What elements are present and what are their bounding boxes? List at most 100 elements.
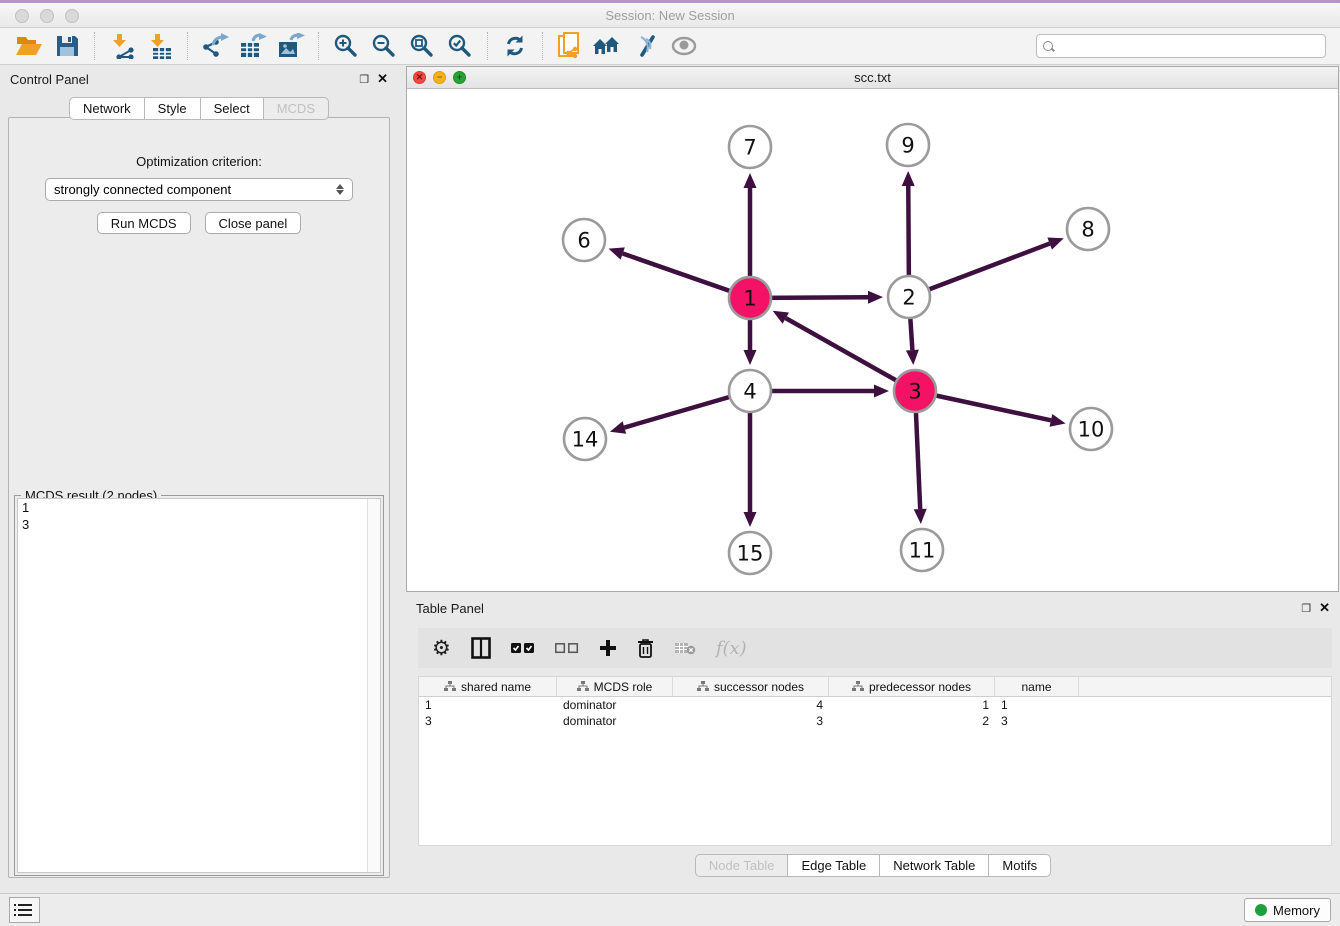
cell-successor-nodes[interactable]: 4 bbox=[673, 697, 829, 713]
apply-style-icon[interactable] bbox=[629, 31, 663, 61]
cell-shared-name[interactable]: 1 bbox=[419, 697, 557, 713]
cell-successor-nodes[interactable]: 3 bbox=[673, 713, 829, 729]
node-label-15: 15 bbox=[737, 542, 764, 566]
close-table-panel-icon[interactable]: ✕ bbox=[1319, 600, 1330, 616]
toolbar-separator bbox=[187, 32, 188, 60]
toolbar-separator bbox=[487, 32, 488, 60]
table-row[interactable]: 3dominator323 bbox=[419, 713, 1331, 729]
table-tabs: Node TableEdge TableNetwork TableMotifs bbox=[406, 854, 1340, 877]
deselect-all-rows-icon[interactable] bbox=[555, 642, 579, 654]
result-scrollbar[interactable] bbox=[367, 499, 380, 872]
search-input[interactable] bbox=[1059, 39, 1319, 54]
edge-arrow-4-3 bbox=[874, 385, 889, 398]
column-label: MCDS role bbox=[594, 680, 653, 694]
zoom-selected-icon[interactable] bbox=[443, 31, 477, 61]
edge-arrow-3-10 bbox=[1050, 414, 1066, 427]
delete-column-icon[interactable] bbox=[637, 638, 654, 658]
column-header-successor-nodes[interactable]: successor nodes bbox=[673, 677, 829, 696]
task-history-button[interactable] bbox=[9, 897, 40, 923]
tab-motifs[interactable]: Motifs bbox=[989, 854, 1051, 877]
edge-2-8[interactable] bbox=[909, 244, 1050, 297]
optimization-criterion-select[interactable]: strongly connected component bbox=[45, 178, 353, 201]
list-icon bbox=[18, 904, 32, 917]
refresh-icon[interactable] bbox=[498, 31, 532, 61]
edge-arrow-4-15 bbox=[744, 512, 757, 527]
status-bar: Memory bbox=[0, 893, 1340, 926]
export-table-icon[interactable] bbox=[236, 31, 270, 61]
column-label: successor nodes bbox=[714, 680, 804, 694]
table-panel-header: Table Panel ❐ ✕ bbox=[406, 595, 1340, 621]
function-builder-icon: f(x) bbox=[716, 638, 747, 659]
column-type-icon bbox=[852, 681, 864, 692]
control-panel-title: Control Panel bbox=[10, 72, 89, 87]
cell-predecessor-nodes[interactable]: 1 bbox=[829, 697, 995, 713]
edge-arrow-4-14 bbox=[610, 421, 626, 433]
main-toolbar bbox=[0, 28, 1340, 65]
export-network-icon[interactable] bbox=[198, 31, 232, 61]
close-panel-icon[interactable]: ✕ bbox=[377, 71, 388, 87]
network-window-titlebar[interactable]: ✕ − + scc.txt bbox=[407, 67, 1338, 89]
node-label-11: 11 bbox=[909, 539, 936, 563]
column-label: predecessor nodes bbox=[869, 680, 971, 694]
network-graph[interactable]: 7968124314101511 bbox=[407, 89, 1338, 591]
tab-select[interactable]: Select bbox=[201, 97, 264, 120]
zoom-out-icon[interactable] bbox=[367, 31, 401, 61]
column-header-name[interactable]: name bbox=[995, 677, 1079, 696]
column-type-icon bbox=[577, 681, 589, 692]
memory-button[interactable]: Memory bbox=[1244, 898, 1331, 922]
run-mcds-button[interactable]: Run MCDS bbox=[97, 212, 191, 234]
add-column-icon[interactable] bbox=[599, 639, 617, 657]
delete-table-icon bbox=[674, 641, 696, 655]
table-toolbar: ⚙ f(x) bbox=[418, 628, 1332, 668]
cell-MCDS-role[interactable]: dominator bbox=[557, 713, 673, 729]
tab-network-table[interactable]: Network Table bbox=[880, 854, 989, 877]
cell-name[interactable]: 1 bbox=[995, 697, 1079, 713]
show-hide-icon bbox=[667, 31, 701, 61]
mcds-result-list[interactable]: 13 bbox=[17, 498, 381, 873]
export-image-icon[interactable] bbox=[274, 31, 308, 61]
cell-predecessor-nodes[interactable]: 2 bbox=[829, 713, 995, 729]
edge-arrow-2-3 bbox=[906, 350, 919, 365]
search-box[interactable] bbox=[1036, 34, 1326, 58]
cell-shared-name[interactable]: 3 bbox=[419, 713, 557, 729]
edge-arrow-2-9 bbox=[902, 171, 915, 186]
close-panel-button[interactable]: Close panel bbox=[205, 212, 302, 234]
network-canvas[interactable]: 7968124314101511 bbox=[407, 89, 1338, 591]
select-all-rows-icon[interactable] bbox=[511, 642, 535, 654]
search-icon bbox=[1043, 41, 1054, 52]
memory-label: Memory bbox=[1273, 903, 1320, 918]
combo-arrows-icon bbox=[336, 184, 344, 195]
node-label-8: 8 bbox=[1081, 218, 1094, 242]
column-header-MCDS-role[interactable]: MCDS role bbox=[557, 677, 673, 696]
float-table-panel-icon[interactable]: ❐ bbox=[1301, 602, 1311, 615]
zoom-fit-icon[interactable] bbox=[405, 31, 439, 61]
table-row[interactable]: 1dominator411 bbox=[419, 697, 1331, 713]
network-view-window: ✕ − + scc.txt 7968124314101511 bbox=[406, 66, 1339, 592]
cell-MCDS-role[interactable]: dominator bbox=[557, 697, 673, 713]
open-file-icon[interactable] bbox=[12, 31, 46, 61]
import-network-icon[interactable] bbox=[105, 31, 139, 61]
table-panel: Table Panel ❐ ✕ ⚙ f(x) shared name MCDS r… bbox=[406, 595, 1340, 890]
node-table[interactable]: shared name MCDS role successor nodes prede… bbox=[418, 676, 1332, 846]
tab-edge-table[interactable]: Edge Table bbox=[788, 854, 880, 877]
main-titlebar: Session: New Session bbox=[0, 3, 1340, 28]
save-session-icon[interactable] bbox=[50, 31, 84, 61]
column-header-predecessor-nodes[interactable]: predecessor nodes bbox=[829, 677, 995, 696]
control-panel-tabs: NetworkStyleSelectMCDS bbox=[0, 97, 398, 120]
tab-style[interactable]: Style bbox=[145, 97, 201, 120]
table-options-icon[interactable]: ⚙ bbox=[432, 638, 451, 659]
column-header-shared-name[interactable]: shared name bbox=[419, 677, 557, 696]
column-type-icon bbox=[697, 681, 709, 692]
cell-name[interactable]: 3 bbox=[995, 713, 1079, 729]
tab-node-table[interactable]: Node Table bbox=[695, 854, 789, 877]
show-columns-icon[interactable] bbox=[471, 637, 491, 659]
first-neighbors-icon[interactable] bbox=[591, 31, 625, 61]
float-panel-icon[interactable]: ❐ bbox=[359, 73, 369, 86]
new-network-from-selection-icon[interactable] bbox=[553, 31, 587, 61]
tab-mcds[interactable]: MCDS bbox=[264, 97, 329, 120]
import-table-icon[interactable] bbox=[143, 31, 177, 61]
zoom-in-icon[interactable] bbox=[329, 31, 363, 61]
toolbar-separator bbox=[542, 32, 543, 60]
tab-network[interactable]: Network bbox=[69, 97, 145, 120]
edge-arrow-3-11 bbox=[914, 509, 927, 524]
